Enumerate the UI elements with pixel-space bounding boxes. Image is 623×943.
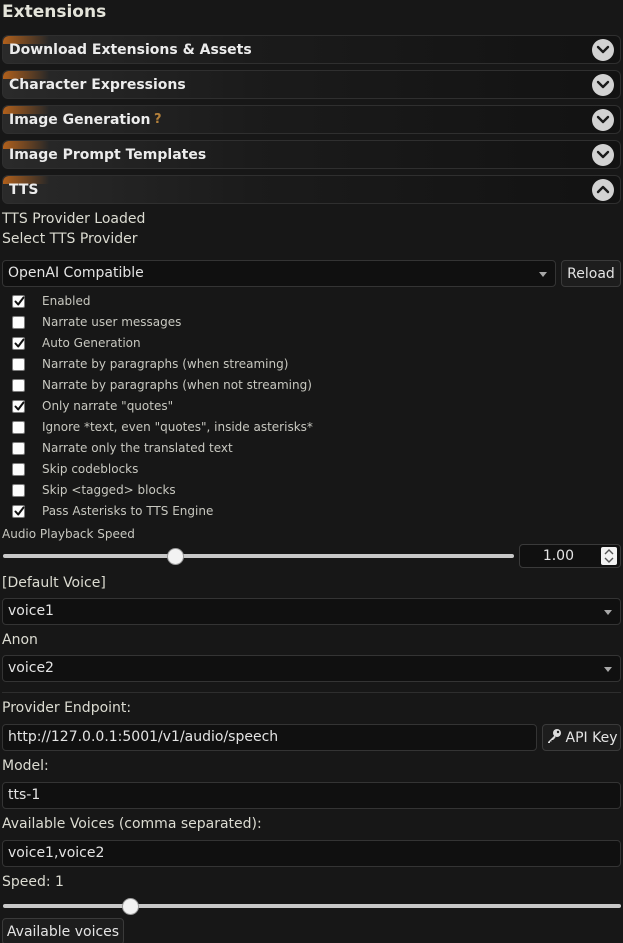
dropdown-arrow-icon — [604, 610, 612, 615]
speed-label: Speed: 1 — [2, 874, 64, 890]
dropdown-arrow-icon — [604, 667, 612, 672]
drawer-label: Image Prompt Templates — [9, 147, 207, 163]
playback-speed-thumb[interactable] — [167, 548, 184, 565]
tts-provider-label: Select TTS Provider — [2, 231, 138, 247]
anon-voice-label: Anon — [2, 632, 38, 648]
speed-track[interactable] — [3, 904, 621, 908]
extensions-title: Extensions — [2, 2, 107, 22]
chevron-down-icon[interactable] — [592, 109, 614, 131]
checkbox-label: Narrate by paragraphs (when not streamin… — [42, 378, 312, 392]
checkbox[interactable] — [12, 463, 25, 476]
checkbox[interactable] — [12, 379, 25, 392]
checkbox[interactable] — [12, 316, 25, 329]
select-value: voice2 — [8, 660, 54, 676]
playback-speed-label: Audio Playback Speed — [2, 527, 135, 541]
drawer-image-generation[interactable]: Image Generation ? — [2, 105, 621, 134]
checkbox[interactable] — [12, 358, 25, 371]
speed-thumb[interactable] — [122, 898, 139, 915]
checkbox[interactable] — [12, 337, 25, 350]
drawer-label: Image Generation — [9, 112, 151, 128]
available-voices-button[interactable]: Available voices — [2, 918, 124, 943]
checkbox-label: Auto Generation — [42, 336, 141, 350]
checkmark-icon — [14, 401, 25, 411]
available-voices-input[interactable]: voice1,voice2 — [2, 840, 621, 867]
checkbox-label: Pass Asterisks to TTS Engine — [42, 504, 214, 518]
default-voice-label: [Default Voice] — [2, 575, 106, 591]
model-label: Model: — [2, 758, 49, 774]
endpoint-input[interactable]: http://127.0.0.1:5001/v1/audio/speech — [2, 724, 537, 751]
chevron-up-icon[interactable] — [592, 179, 614, 201]
endpoint-label: Provider Endpoint: — [2, 700, 132, 716]
reload-button[interactable]: Reload — [561, 260, 621, 287]
select-value: OpenAI Compatible — [8, 265, 144, 281]
checkbox[interactable] — [12, 421, 25, 434]
checkbox-label: Narrate only the translated text — [42, 441, 233, 455]
checkbox[interactable] — [12, 400, 25, 413]
playback-speed-input[interactable]: 1.00 — [519, 544, 621, 568]
drawer-download-extensions[interactable]: Download Extensions & Assets — [2, 35, 621, 64]
checkbox-label: Skip codeblocks — [42, 462, 139, 476]
select-value: voice1 — [8, 603, 54, 619]
drawer-character-expressions[interactable]: Character Expressions — [2, 70, 621, 99]
spinner-icon[interactable] — [601, 547, 617, 565]
drawer-label: Download Extensions & Assets — [9, 42, 252, 58]
checkmark-icon — [14, 338, 25, 348]
input-value: http://127.0.0.1:5001/v1/audio/speech — [8, 729, 279, 745]
input-value: tts-1 — [8, 787, 41, 803]
drawer-label: TTS — [9, 182, 39, 198]
checkbox-label: Narrate user messages — [42, 315, 182, 329]
checkbox-label: Narrate by paragraphs (when streaming) — [42, 357, 289, 371]
divider — [2, 692, 621, 693]
checkbox-label: Ignore *text, even "quotes", inside aste… — [42, 420, 313, 434]
checkbox[interactable] — [12, 295, 25, 308]
tts-status: TTS Provider Loaded — [2, 211, 146, 227]
available-voices-label: Available Voices (comma separated): — [2, 816, 262, 832]
api-key-label: API Key — [565, 729, 618, 746]
playback-speed-track[interactable] — [3, 554, 514, 558]
default-voice-select[interactable]: voice1 — [2, 598, 621, 625]
checkbox-label: Only narrate "quotes" — [42, 399, 174, 413]
chevron-down-icon[interactable] — [592, 74, 614, 96]
playback-speed-value: 1.00 — [542, 548, 574, 564]
dropdown-arrow-icon — [539, 272, 547, 277]
checkbox-label: Enabled — [42, 294, 91, 308]
tts-provider-select[interactable]: OpenAI Compatible — [2, 260, 556, 287]
input-value: voice1,voice2 — [8, 845, 105, 861]
checkbox[interactable] — [12, 505, 25, 518]
model-input[interactable]: tts-1 — [2, 782, 621, 809]
help-icon[interactable]: ? — [154, 112, 162, 127]
checkbox[interactable] — [12, 442, 25, 455]
checkmark-icon — [14, 506, 25, 516]
checkmark-icon — [14, 296, 25, 306]
api-key-button[interactable]: API Key — [542, 724, 621, 751]
key-icon — [546, 728, 562, 748]
checkbox[interactable] — [12, 484, 25, 497]
drawer-label: Character Expressions — [9, 77, 186, 93]
anon-voice-select[interactable]: voice2 — [2, 655, 621, 682]
chevron-down-icon[interactable] — [592, 39, 614, 61]
checkbox-label: Skip <tagged> blocks — [42, 483, 176, 497]
chevron-down-icon[interactable] — [592, 144, 614, 166]
drawer-image-prompt-templates[interactable]: Image Prompt Templates — [2, 140, 621, 169]
drawer-tts[interactable]: TTS — [2, 175, 621, 204]
